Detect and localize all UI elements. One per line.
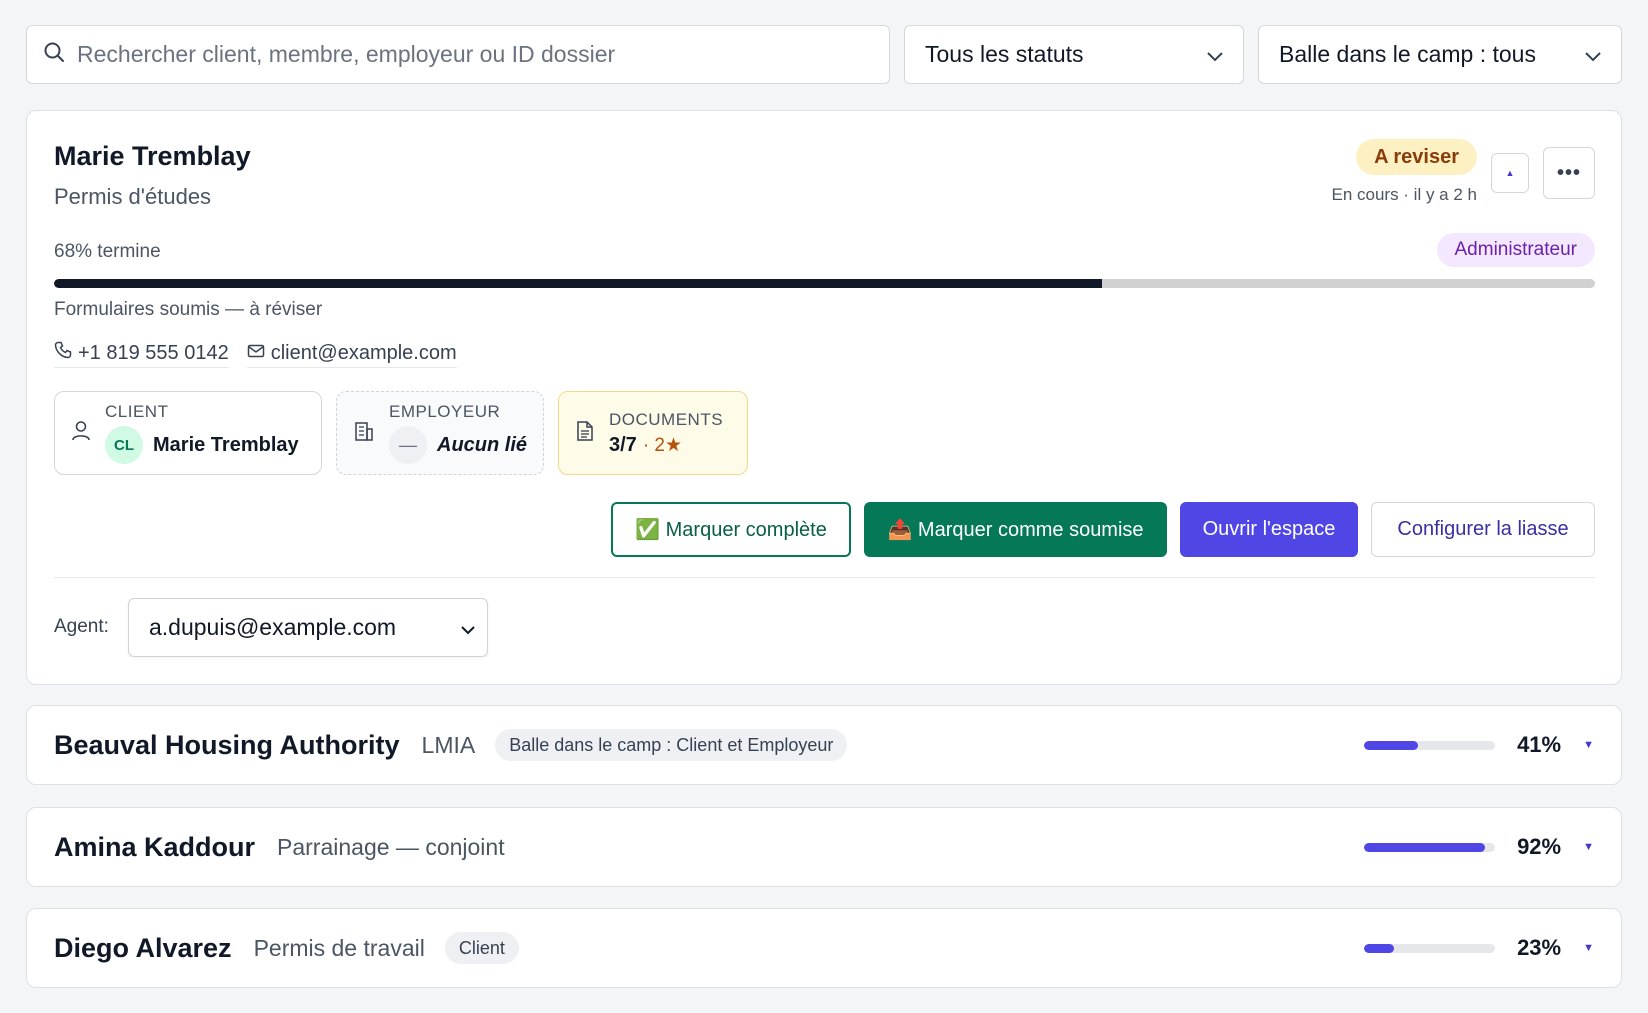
case-row[interactable]: Diego Alvarez Permis de travail Client 2…	[26, 908, 1622, 988]
participant-tiles: CLIENT CL Marie Tremblay EMPLOYEUR — Auc…	[54, 391, 748, 475]
ball-filter-value: Balle dans le camp : tous	[1279, 41, 1536, 67]
client-tile[interactable]: CLIENT CL Marie Tremblay	[54, 391, 322, 475]
status-badge: A reviser	[1356, 139, 1477, 175]
action-buttons: ✅ Marquer complète 📤 Marquer comme soumi…	[611, 502, 1595, 557]
contact-row: +1 819 555 0142 client@example.com	[54, 341, 457, 368]
case-row-progress-bar	[1364, 943, 1496, 953]
status-line: En cours · il y a 2 h	[1331, 185, 1477, 204]
role-badge: Administrateur	[1436, 233, 1595, 267]
client-name: Marie Tremblay	[153, 433, 299, 456]
ball-filter-select[interactable]: Balle dans le camp : tous	[1258, 25, 1622, 84]
agent-value: a.dupuis@example.com	[149, 614, 397, 640]
chevron-down-icon	[1207, 41, 1223, 68]
case-name: Marie Tremblay	[54, 141, 251, 171]
mail-icon	[247, 342, 265, 365]
phone-number: +1 819 555 0142	[78, 341, 229, 364]
ball-tag: Client	[444, 932, 519, 964]
email-address: client@example.com	[270, 341, 457, 364]
case-row-percent: 23%	[1517, 935, 1562, 960]
search-box[interactable]	[26, 25, 890, 84]
divider	[54, 577, 1595, 578]
case-row-name: Diego Alvarez	[54, 932, 232, 963]
chevron-down-icon	[461, 614, 475, 641]
documents-starred: · 2★	[642, 434, 683, 456]
agent-label: Agent:	[54, 616, 109, 637]
expand-icon[interactable]: ▼	[1583, 739, 1594, 751]
open-space-button[interactable]: Ouvrir l'espace	[1180, 502, 1358, 557]
case-row-type: Parrainage — conjoint	[277, 833, 505, 860]
progress-fill	[54, 279, 1102, 288]
building-icon	[353, 420, 375, 447]
collapse-button[interactable]: ▲	[1491, 153, 1529, 193]
documents-count: 3/7	[609, 433, 637, 456]
status-filter-select[interactable]: Tous les statuts	[904, 25, 1244, 84]
user-icon	[71, 420, 91, 447]
case-row-progress-fill	[1364, 740, 1418, 750]
case-row[interactable]: Amina Kaddour Parrainage — conjoint 92% …	[26, 807, 1622, 887]
progress-bar	[54, 279, 1595, 288]
email-link[interactable]: client@example.com	[246, 341, 457, 368]
expand-icon[interactable]: ▼	[1583, 942, 1594, 954]
ball-tag: Balle dans le camp : Client et Employeur	[495, 729, 848, 761]
employer-tile[interactable]: EMPLOYEUR — Aucun lié	[336, 391, 544, 475]
expand-icon[interactable]: ▼	[1583, 841, 1594, 853]
chevron-down-icon	[1585, 41, 1601, 68]
more-icon: •••	[1556, 161, 1581, 184]
case-row-type: Permis de travail	[253, 934, 425, 961]
avatar: CL	[105, 426, 143, 464]
case-row-name: Beauval Housing Authority	[54, 729, 400, 760]
case-row-type: LMIA	[421, 731, 476, 758]
phone-link[interactable]: +1 819 555 0142	[54, 341, 229, 368]
case-type: Permis d'études	[54, 184, 212, 209]
case-card-expanded: Marie Tremblay Permis d'études A reviser…	[26, 110, 1622, 685]
more-options-button[interactable]: •••	[1543, 147, 1595, 199]
mark-submitted-button[interactable]: 📤 Marquer comme soumise	[864, 502, 1167, 557]
search-icon	[43, 41, 65, 68]
documents-tile[interactable]: DOCUMENTS 3/7 · 2★	[558, 391, 748, 475]
client-tile-label: CLIENT	[105, 402, 169, 421]
stage-text: Formulaires soumis — à réviser	[54, 299, 323, 320]
employer-value: Aucun lié	[437, 433, 528, 456]
case-row-percent: 41%	[1517, 732, 1562, 757]
filter-bar: Tous les statuts Balle dans le camp : to…	[26, 25, 1622, 84]
case-row-progress-bar	[1364, 740, 1496, 750]
case-row-progress-fill	[1364, 943, 1395, 953]
configure-bundle-button[interactable]: Configurer la liasse	[1371, 502, 1595, 557]
search-input[interactable]	[77, 41, 873, 68]
avatar: —	[389, 426, 427, 464]
agent-select[interactable]: a.dupuis@example.com	[128, 598, 488, 657]
collapse-icon: ▲	[1505, 168, 1515, 178]
case-row-progress-bar	[1364, 842, 1496, 852]
documents-tile-label: DOCUMENTS	[609, 409, 724, 429]
employer-tile-label: EMPLOYEUR	[389, 402, 501, 421]
case-row-percent: 92%	[1517, 834, 1562, 859]
document-icon	[575, 420, 595, 447]
progress-label: 68% termine	[54, 241, 161, 262]
case-row[interactable]: Beauval Housing Authority LMIA Balle dan…	[26, 705, 1622, 785]
case-row-name: Amina Kaddour	[54, 831, 256, 862]
phone-icon	[54, 341, 72, 365]
case-row-progress-fill	[1364, 842, 1485, 852]
mark-complete-button[interactable]: ✅ Marquer complète	[611, 502, 851, 557]
status-filter-value: Tous les statuts	[925, 41, 1084, 67]
